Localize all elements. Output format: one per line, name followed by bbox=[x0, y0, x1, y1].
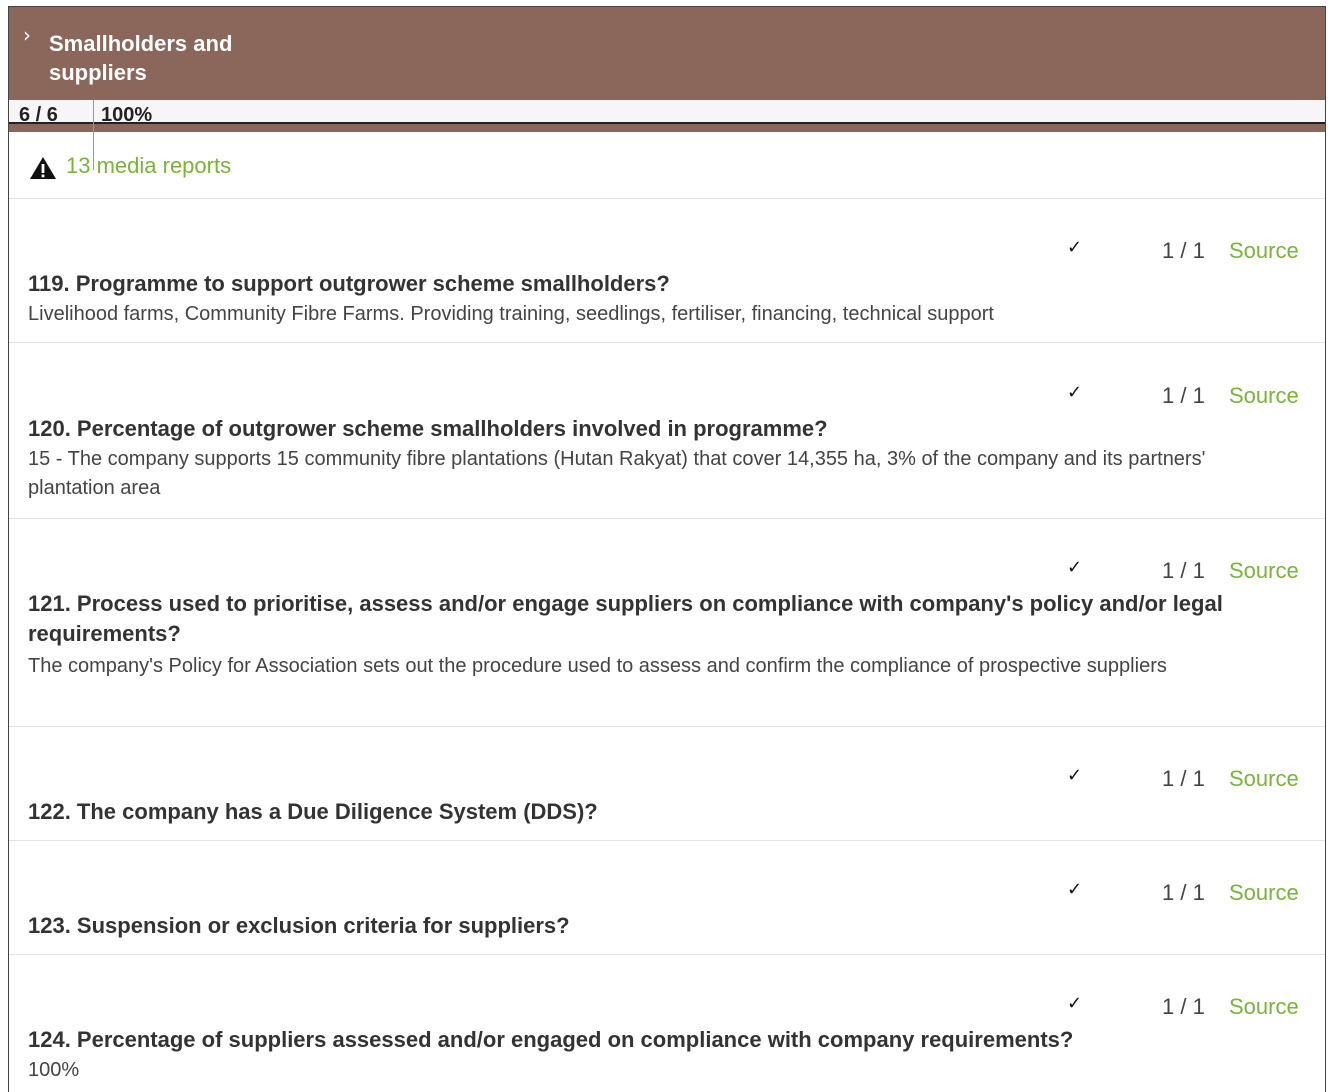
indicator-row: ✓ 1 / 1 Source 121. Process used to prio… bbox=[9, 519, 1325, 727]
source-link[interactable]: Source bbox=[1229, 237, 1299, 265]
section-title: Smallholders and suppliers bbox=[49, 31, 233, 85]
media-reports-link[interactable]: 13 media reports bbox=[66, 152, 231, 180]
check-icon: ✓ bbox=[1067, 237, 1083, 258]
source-link[interactable]: Source bbox=[1229, 382, 1299, 410]
page-frame: › Smallholders and suppliers 6 / 6 100% … bbox=[8, 6, 1326, 1092]
warning-icon bbox=[30, 157, 56, 179]
chevron-right-icon[interactable]: › bbox=[23, 25, 31, 45]
score: 1 / 1 bbox=[1162, 880, 1205, 905]
check-icon: ✓ bbox=[1067, 382, 1083, 403]
indicator-row: ✓ 1 / 1 Source 123. Suspension or exclus… bbox=[9, 841, 1325, 955]
indicator-answer: 100% bbox=[28, 1059, 80, 1081]
source-link[interactable]: Source bbox=[1229, 879, 1299, 907]
indicator-row: ✓ 1 / 1 Source 122. The company has a Du… bbox=[9, 727, 1325, 841]
check-icon: ✓ bbox=[1067, 765, 1083, 786]
score: 1 / 1 bbox=[1162, 238, 1205, 263]
section-header[interactable]: › Smallholders and suppliers bbox=[9, 7, 1325, 100]
media-reports-row: 13 media reports bbox=[9, 132, 1325, 199]
progress-count: 6 / 6 bbox=[19, 104, 58, 122]
check-icon: ✓ bbox=[1067, 557, 1083, 578]
indicator-row: ✓ 1 / 1 Source 120. Percentage of outgro… bbox=[9, 343, 1325, 519]
indicator-question: 123. Suspension or exclusion criteria fo… bbox=[28, 913, 570, 938]
check-icon: ✓ bbox=[1067, 879, 1083, 900]
indicator-row: ✓ 1 / 1 Source 124. Percentage of suppli… bbox=[9, 955, 1325, 1092]
score: 1 / 1 bbox=[1162, 558, 1205, 583]
source-link[interactable]: Source bbox=[1229, 765, 1299, 793]
indicator-question: 122. The company has a Due Diligence Sys… bbox=[28, 799, 598, 824]
indicator-answer: 15 - The company supports 15 community f… bbox=[28, 448, 1206, 499]
indicator-answer: Livelihood farms, Community Fibre Farms.… bbox=[28, 303, 994, 325]
progress-percent: 100% bbox=[101, 104, 153, 122]
source-link[interactable]: Source bbox=[1229, 557, 1299, 585]
score: 1 / 1 bbox=[1162, 383, 1205, 408]
source-link[interactable]: Source bbox=[1229, 993, 1299, 1021]
indicator-question: 124. Percentage of suppliers assessed an… bbox=[28, 1027, 1074, 1052]
check-icon: ✓ bbox=[1067, 993, 1083, 1014]
section-progress: 6 / 6 100% bbox=[9, 100, 1325, 122]
indicator-row: ✓ 1 / 1 Source 119. Programme to support… bbox=[9, 199, 1325, 343]
indicator-question: 121. Process used to prioritise, assess … bbox=[28, 591, 1223, 646]
score: 1 / 1 bbox=[1162, 766, 1205, 791]
indicator-question: 120. Percentage of outgrower scheme smal… bbox=[28, 416, 828, 441]
progress-bar bbox=[9, 122, 1325, 132]
score: 1 / 1 bbox=[1162, 994, 1205, 1019]
indicator-answer: The company's Policy for Association set… bbox=[28, 655, 1167, 677]
indicator-question: 119. Programme to support outgrower sche… bbox=[28, 271, 670, 296]
